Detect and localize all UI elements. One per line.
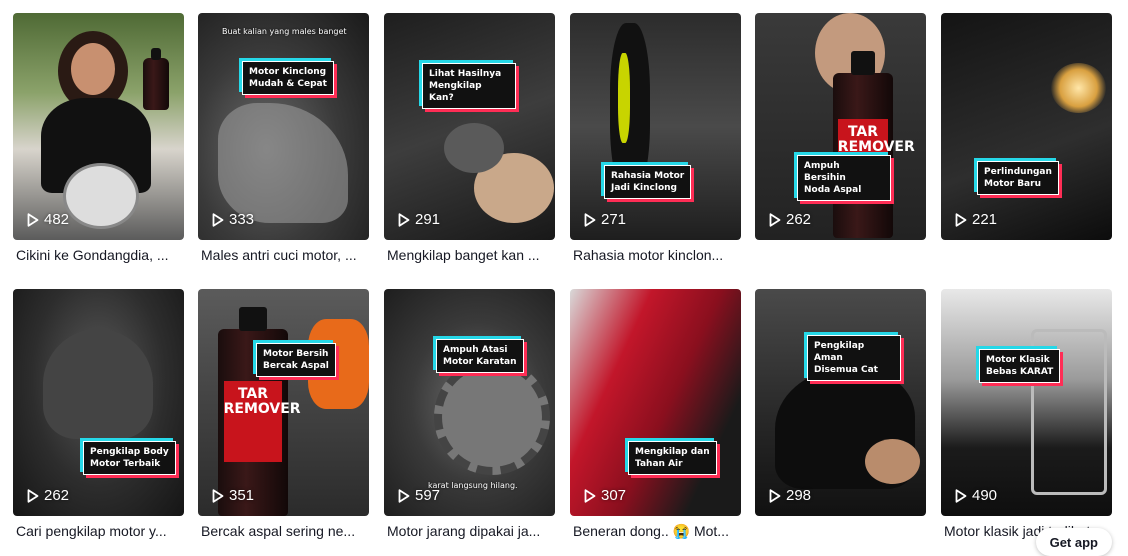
overlay-label: Motor Klasik Bebas KARAT — [979, 349, 1061, 383]
product-label: TAR REMOVER — [223, 381, 301, 463]
play-icon — [955, 212, 967, 227]
play-icon — [212, 212, 224, 227]
play-icon — [212, 488, 224, 503]
play-icon — [769, 212, 781, 227]
video-thumbnail[interactable]: Mengkilap dan Tahan Air 307 — [570, 289, 741, 516]
play-count: 298 — [769, 487, 811, 504]
play-count: 221 — [955, 211, 997, 228]
video-card[interactable]: Mengkilap dan Tahan Air 307 Beneran dong… — [570, 289, 741, 540]
video-card[interactable]: Ampuh Atasi Motor Karatan karat langsung… — [384, 289, 555, 540]
video-card[interactable]: Motor Klasik Bebas KARAT 490 Motor klasi… — [941, 289, 1112, 540]
overlay-label: Motor Kinclong Mudah & Cepat — [242, 61, 334, 95]
video-card[interactable]: Perlindungan Motor Baru 221 — [941, 13, 1112, 247]
video-card[interactable]: TAR REMOVER Motor Bersih Bercak Aspal 351… — [198, 289, 369, 540]
video-title[interactable]: Rahasia motor kinclon... — [570, 247, 738, 264]
play-count: 262 — [27, 487, 69, 504]
video-thumbnail[interactable]: Pengkilap Aman Disemua Cat 298 — [755, 289, 926, 516]
play-count: 490 — [955, 487, 997, 504]
video-thumbnail[interactable]: Pengkilap Body Motor Terbaik 262 — [13, 289, 184, 516]
video-title[interactable]: Beneran dong.. 😭 Mot... — [570, 523, 738, 540]
play-count: 291 — [398, 211, 440, 228]
overlay-label: Pengkilap Body Motor Terbaik — [83, 441, 176, 475]
play-icon — [27, 212, 39, 227]
video-card[interactable]: Lihat Hasilnya Mengkilap Kan? 291 Mengki… — [384, 13, 555, 264]
overlay-label: Motor Bersih Bercak Aspal — [256, 343, 336, 377]
play-icon — [955, 488, 967, 503]
video-card[interactable]: TAR REMOVER Ampuh Bersihin Noda Aspal 262 — [755, 13, 926, 247]
overlay-label: Rahasia Motor Jadi Kinclong — [604, 165, 692, 199]
overlay-caption: Buat kalian yang males banget — [222, 27, 347, 36]
video-card[interactable]: Pengkilap Aman Disemua Cat 298 — [755, 289, 926, 523]
play-icon — [584, 488, 596, 503]
video-thumbnail[interactable]: Ampuh Atasi Motor Karatan karat langsung… — [384, 289, 555, 516]
video-thumbnail[interactable]: Lihat Hasilnya Mengkilap Kan? 291 — [384, 13, 555, 240]
play-icon — [584, 212, 596, 227]
overlay-label: Ampuh Bersihin Noda Aspal — [797, 155, 891, 201]
play-icon — [769, 488, 781, 503]
video-title[interactable]: Motor jarang dipakai ja... — [384, 523, 552, 540]
video-thumbnail[interactable]: Buat kalian yang males banget Motor Kinc… — [198, 13, 369, 240]
play-count: 351 — [212, 487, 254, 504]
video-card[interactable]: 482 Cikini ke Gondangdia, ... — [13, 13, 184, 264]
video-thumbnail[interactable]: Motor Klasik Bebas KARAT 490 — [941, 289, 1112, 516]
video-title[interactable]: Mengkilap banget kan ... — [384, 247, 552, 264]
video-card[interactable]: Buat kalian yang males banget Motor Kinc… — [198, 13, 369, 264]
video-grid: 482 Cikini ke Gondangdia, ... Buat kalia… — [0, 0, 1128, 552]
video-card[interactable]: Rahasia Motor Jadi Kinclong 271 Rahasia … — [570, 13, 741, 264]
play-count: 333 — [212, 211, 254, 228]
video-title[interactable]: Cikini ke Gondangdia, ... — [13, 247, 181, 264]
video-thumbnail[interactable]: TAR REMOVER Motor Bersih Bercak Aspal 351 — [198, 289, 369, 516]
play-icon — [398, 212, 410, 227]
video-thumbnail[interactable]: Perlindungan Motor Baru 221 — [941, 13, 1112, 240]
video-title[interactable]: Males antri cuci motor, ... — [198, 247, 366, 264]
video-title[interactable]: Cari pengkilap motor y... — [13, 523, 181, 540]
play-count: 307 — [584, 487, 626, 504]
play-count: 597 — [398, 487, 440, 504]
overlay-caption: karat langsung hilang. — [428, 481, 518, 490]
video-thumbnail[interactable]: TAR REMOVER Ampuh Bersihin Noda Aspal 262 — [755, 13, 926, 240]
video-thumbnail[interactable]: Rahasia Motor Jadi Kinclong 271 — [570, 13, 741, 240]
overlay-label: Perlindungan Motor Baru — [977, 161, 1059, 195]
play-icon — [27, 488, 39, 503]
play-icon — [398, 488, 410, 503]
overlay-label: Lihat Hasilnya Mengkilap Kan? — [422, 63, 516, 109]
video-thumbnail[interactable]: 482 — [13, 13, 184, 240]
video-card[interactable]: Pengkilap Body Motor Terbaik 262 Cari pe… — [13, 289, 184, 540]
play-count: 262 — [769, 211, 811, 228]
play-count: 482 — [27, 211, 69, 228]
overlay-label: Pengkilap Aman Disemua Cat — [807, 335, 901, 381]
overlay-label: Ampuh Atasi Motor Karatan — [436, 339, 524, 373]
play-count: 271 — [584, 211, 626, 228]
video-title[interactable]: Bercak aspal sering ne... — [198, 523, 366, 540]
overlay-label: Mengkilap dan Tahan Air — [628, 441, 717, 475]
